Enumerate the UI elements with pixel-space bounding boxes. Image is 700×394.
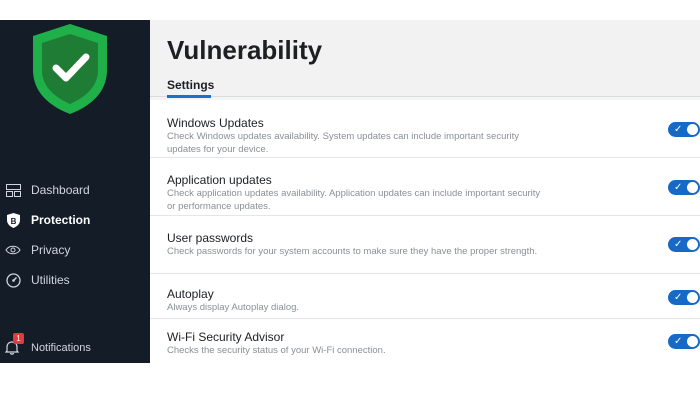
sidebar: Dashboard B Protection Privacy Utilities — [0, 20, 150, 363]
bell-icon: 1 — [4, 333, 24, 356]
protection-icon: B — [5, 212, 21, 228]
user-passwords-toggle[interactable]: ✓ — [668, 237, 700, 252]
page-title: Vulnerability — [167, 35, 323, 65]
setting-row-user-passwords: User passwords Check passwords for your … — [150, 216, 700, 274]
sidebar-item-label: Dashboard — [31, 183, 90, 197]
sidebar-item-label: Protection — [31, 213, 91, 227]
app-window: Dashboard B Protection Privacy Utilities — [0, 20, 700, 363]
setting-description: Always display Autoplay dialog. — [167, 302, 300, 313]
sidebar-item-privacy[interactable]: Privacy — [0, 235, 150, 265]
wifi-security-advisor-toggle[interactable]: ✓ — [668, 334, 700, 349]
sidebar-item-label: Utilities — [31, 273, 70, 287]
sidebar-item-label: Privacy — [31, 243, 71, 257]
setting-row-windows-updates: Windows Updates Check Windows updates av… — [150, 100, 700, 158]
eye-icon — [5, 242, 21, 258]
notification-count-badge: 1 — [13, 333, 24, 344]
check-icon: ✓ — [674, 124, 683, 135]
setting-description: Check application updates availability. … — [167, 188, 541, 212]
notifications-button[interactable]: 1 Notifications — [0, 333, 91, 356]
setting-title: Autoplay — [167, 287, 214, 301]
setting-row-wifi-security-advisor: Wi-Fi Security Advisor Checks the securi… — [150, 319, 700, 363]
sidebar-item-utilities[interactable]: Utilities — [0, 265, 150, 295]
shield-check-logo — [33, 24, 107, 114]
notifications-label: Notifications — [31, 342, 91, 354]
svg-text:B: B — [10, 217, 16, 226]
setting-row-application-updates: Application updates Check application up… — [150, 158, 700, 216]
tab-settings[interactable]: Settings — [167, 78, 214, 92]
check-icon: ✓ — [674, 182, 683, 193]
autoplay-toggle[interactable]: ✓ — [668, 290, 700, 305]
windows-updates-toggle[interactable]: ✓ — [668, 122, 700, 137]
sidebar-item-protection[interactable]: B Protection — [0, 205, 150, 235]
sidebar-item-dashboard[interactable]: Dashboard — [0, 175, 150, 205]
sidebar-nav: Dashboard B Protection Privacy Utilities — [0, 175, 150, 295]
setting-row-autoplay: Autoplay Always display Autoplay dialog.… — [150, 274, 700, 319]
check-icon: ✓ — [674, 292, 683, 303]
setting-description: Checks the security status of your Wi-Fi… — [167, 345, 386, 356]
dashboard-icon — [5, 182, 21, 198]
application-updates-toggle[interactable]: ✓ — [668, 180, 700, 195]
check-icon: ✓ — [674, 336, 683, 347]
gauge-icon — [5, 272, 21, 288]
settings-list: Windows Updates Check Windows updates av… — [150, 100, 700, 363]
active-tab-indicator — [167, 95, 211, 98]
setting-description: Check passwords for your system accounts… — [167, 246, 538, 257]
page-header: Vulnerability Settings — [150, 20, 700, 98]
setting-title: Application updates — [167, 173, 272, 187]
setting-title: User passwords — [167, 231, 254, 245]
setting-description: Check Windows updates availability. Syst… — [167, 131, 520, 155]
main-content: Vulnerability Settings Windows Updates C… — [150, 20, 700, 363]
check-icon: ✓ — [674, 239, 683, 250]
setting-title: Windows Updates — [167, 116, 264, 130]
setting-title: Wi-Fi Security Advisor — [167, 330, 285, 344]
